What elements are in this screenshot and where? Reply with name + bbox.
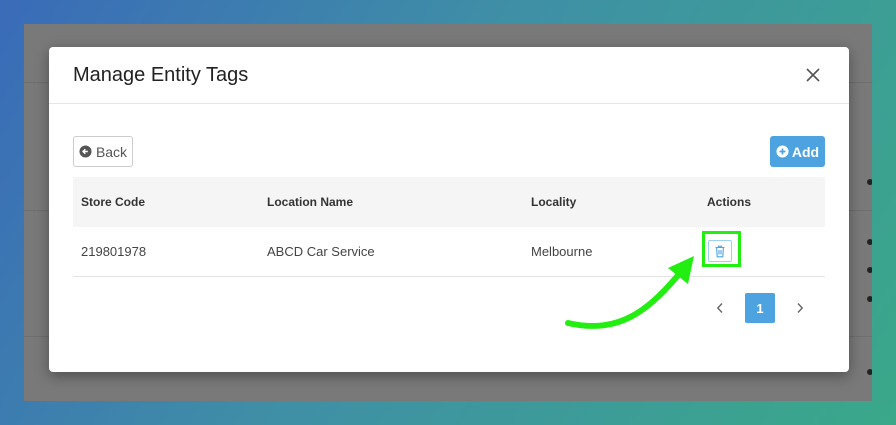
plus-circle-icon bbox=[776, 145, 789, 158]
add-button[interactable]: Add bbox=[770, 136, 825, 167]
next-page-button[interactable] bbox=[785, 293, 815, 323]
column-header-actions: Actions bbox=[707, 195, 752, 209]
store-code-cell: 219801978 bbox=[81, 244, 147, 259]
column-header-locality: Locality bbox=[531, 195, 577, 209]
manage-entity-tags-modal: Manage Entity Tags Back Add Store Code L… bbox=[49, 47, 849, 372]
close-button[interactable] bbox=[801, 63, 825, 87]
delete-button[interactable] bbox=[708, 240, 732, 262]
chevron-left-icon bbox=[716, 303, 723, 313]
previous-page-button[interactable] bbox=[705, 293, 735, 323]
trash-icon bbox=[715, 245, 725, 257]
back-button-label: Back bbox=[95, 143, 128, 160]
column-header-location-name: Location Name bbox=[267, 195, 354, 209]
modal-header: Manage Entity Tags bbox=[49, 47, 849, 104]
close-icon bbox=[806, 68, 820, 82]
back-button[interactable]: Back bbox=[73, 136, 133, 167]
locality-cell: Melbourne bbox=[531, 244, 593, 259]
modal-title: Manage Entity Tags bbox=[73, 63, 249, 86]
page-1-button[interactable]: 1 bbox=[745, 293, 775, 323]
table-header: Store Code Location Name Locality Action… bbox=[73, 177, 825, 227]
location-name-cell: ABCD Car Service bbox=[267, 244, 375, 259]
chevron-right-icon bbox=[797, 303, 804, 313]
column-header-store-code: Store Code bbox=[81, 195, 146, 209]
arrow-circle-left-icon bbox=[79, 145, 92, 158]
add-button-label: Add bbox=[791, 143, 820, 160]
